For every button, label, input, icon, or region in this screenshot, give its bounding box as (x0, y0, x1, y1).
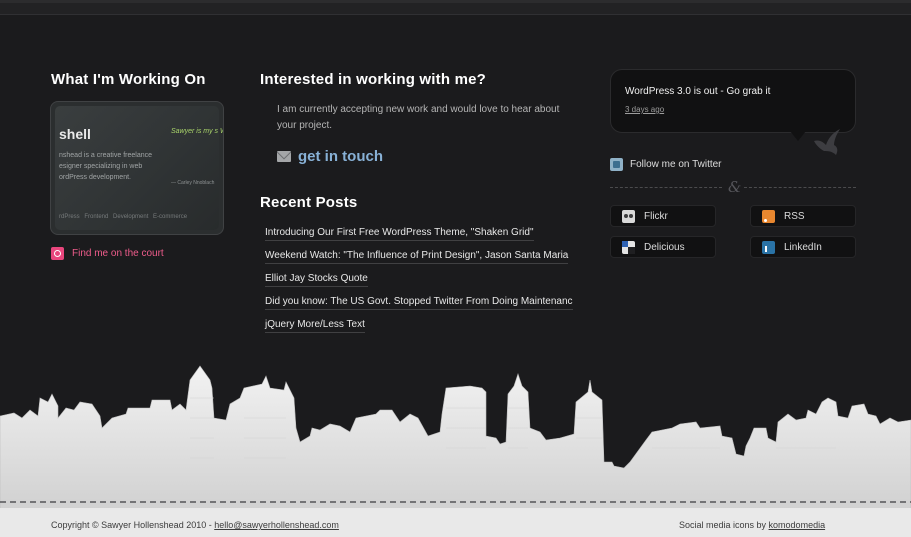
delicious-label: Delicious (644, 241, 685, 253)
portfolio-preview-screen: shell nshead is a creative freelance esi… (55, 106, 223, 230)
city-skyline-illustration (0, 365, 911, 518)
tweet-bubble-tail (790, 131, 806, 141)
linkedin-link[interactable]: LinkedIn (750, 236, 856, 258)
post-link[interactable]: Introducing Our First Free WordPress The… (265, 225, 573, 248)
rss-icon (762, 209, 775, 223)
top-bar (0, 3, 911, 15)
recent-posts-heading: Recent Posts (260, 194, 358, 211)
footer-credit: Social media icons by komodomedia (679, 520, 825, 530)
bird-icon (814, 129, 840, 155)
follow-twitter-link[interactable]: Follow me on Twitter (610, 158, 722, 171)
page-frame: What I'm Working On shell nshead is a cr… (0, 0, 911, 537)
follow-twitter-label: Follow me on Twitter (630, 159, 722, 170)
footer-copyright: Copyright © Sawyer Hollenshead 2010 - he… (51, 520, 339, 530)
footer-copyright-text: Copyright © Sawyer Hollenshead 2010 - (51, 520, 215, 530)
twitter-icon (610, 158, 623, 171)
post-link[interactable]: Weekend Watch: "The Influence of Print D… (265, 248, 573, 271)
ampersand-separator: & (728, 178, 742, 196)
flickr-link[interactable]: Flickr (610, 205, 716, 227)
portfolio-tags: rdPress Frontend Development E-commerce (59, 214, 188, 220)
interested-body: I am currently accepting new work and wo… (277, 104, 560, 131)
rss-link[interactable]: RSS (750, 205, 856, 227)
linkedin-label: LinkedIn (784, 241, 822, 253)
working-on-heading: What I'm Working On (51, 71, 206, 88)
post-link[interactable]: jQuery More/Less Text (265, 317, 573, 340)
footer-email-link[interactable]: hello@sawyerhollenshead.com (214, 520, 339, 530)
footer-credit-link[interactable]: komodomedia (769, 520, 826, 530)
get-in-touch-label: get in touch (298, 148, 383, 165)
court-link-label: Find me on the court (72, 248, 164, 259)
portfolio-preview-card[interactable]: shell nshead is a creative freelance esi… (50, 101, 224, 235)
interested-heading: Interested in working with me? (260, 71, 487, 88)
divider-left (610, 187, 722, 188)
get-in-touch-link[interactable]: get in touch (277, 148, 383, 165)
footer-credit-text: Social media icons by (679, 520, 769, 530)
post-link[interactable]: Did you know: The US Govt. Stopped Twitt… (265, 294, 573, 317)
delicious-link[interactable]: Delicious (610, 236, 716, 258)
flickr-label: Flickr (644, 210, 668, 222)
portfolio-quote: Sawyer is my s Wordpress bla record time… (171, 128, 223, 135)
envelope-icon (277, 151, 291, 162)
post-link[interactable]: Elliot Jay Stocks Quote (265, 271, 573, 294)
rss-label: RSS (784, 210, 805, 222)
court-link[interactable]: Find me on the court (51, 247, 164, 260)
divider-right (744, 187, 856, 188)
recent-posts-list: Introducing Our First Free WordPress The… (265, 225, 573, 340)
tweet-time-link[interactable]: 3 days ago (625, 105, 664, 114)
tweet-bubble (610, 69, 856, 133)
linkedin-icon (762, 240, 775, 254)
portfolio-description: nshead is a creative freelance esigner s… (59, 152, 152, 181)
portfolio-quote-cite: — Carley Nnoblach (171, 180, 215, 186)
dribbble-icon (51, 247, 64, 260)
flickr-icon (622, 209, 635, 223)
tweet-text: WordPress 3.0 is out - Go grab it (625, 86, 771, 97)
portfolio-title: shell (59, 126, 91, 142)
delicious-icon (622, 240, 635, 254)
